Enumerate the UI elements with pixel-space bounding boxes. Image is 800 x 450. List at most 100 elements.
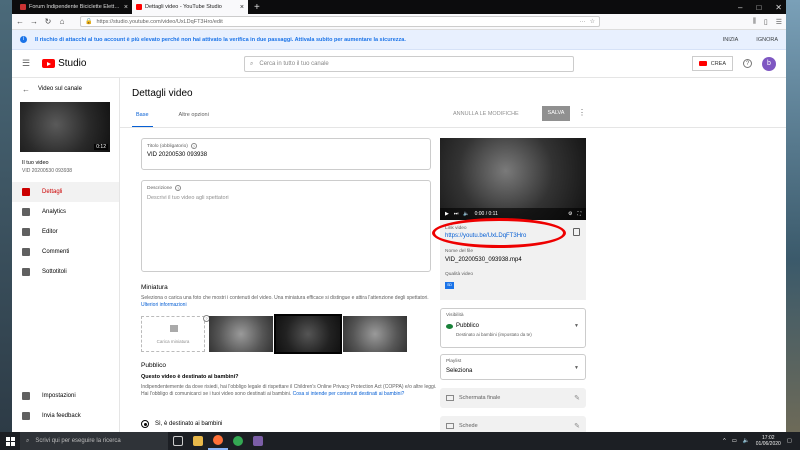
edit-pencil-icon[interactable]: ✎ <box>574 394 580 402</box>
channel-search-input[interactable]: ⌕ Cerca in tutto il tuo canale <box>244 56 574 72</box>
video-thumbnail[interactable]: 0:12 <box>20 102 110 152</box>
sidebar-item-sottotitoli[interactable]: Sottotitoli <box>12 262 119 282</box>
radio-label: Sì, è destinato ai bambini <box>155 421 223 427</box>
tab-base[interactable]: Base <box>132 112 153 128</box>
lock-icon: 🔒 <box>85 19 93 25</box>
hamburger-menu-icon[interactable]: ☰ <box>22 58 30 69</box>
new-tab-button[interactable]: + <box>248 0 266 14</box>
description-field[interactable]: Descrizione ? Descrivi il tuo video agli… <box>141 180 431 272</box>
image-upload-icon <box>170 325 178 332</box>
made-for-kids-radio[interactable]: Sì, è destinato ai bambini <box>141 420 222 428</box>
thumbnail-option-selected[interactable] <box>274 314 342 354</box>
back-to-videos-link[interactable]: ← Video sul canale <box>12 78 119 100</box>
visibility-select[interactable]: Visibilità Pubblico Destinato ai bambini… <box>440 308 586 348</box>
close-window-icon[interactable]: ✕ <box>775 3 782 12</box>
page-title: Dettagli video <box>132 88 193 99</box>
home-icon[interactable]: ⌂ <box>58 17 66 26</box>
learn-more-link[interactable]: Ulteriori informazioni <box>141 302 187 308</box>
avatar[interactable]: b <box>762 56 776 71</box>
forum-favicon-icon <box>20 4 26 10</box>
help-icon[interactable]: ? <box>743 59 752 68</box>
sidebar-icon[interactable]: ▯ <box>764 18 768 26</box>
title-input[interactable]: VID 20200530 093938 <box>147 152 207 158</box>
close-tab-icon[interactable]: × <box>124 4 128 11</box>
ignore-button[interactable]: IGNORA <box>756 37 778 43</box>
playlist-select[interactable]: Playlist Seleziona ▼ <box>440 354 586 380</box>
kids-content-link[interactable]: Cosa si intende per contenuti destinati … <box>293 391 405 397</box>
sidebar-item-editor[interactable]: Editor <box>12 222 119 242</box>
browser-tab-studio[interactable]: Dettagli video - YouTube Studio × <box>132 0 248 14</box>
chevron-up-icon[interactable]: ^ <box>723 438 726 444</box>
back-label: Video sul canale <box>38 86 82 92</box>
volume-icon[interactable]: 🔈 <box>463 211 469 217</box>
upload-thumbnail-button[interactable]: Carica miniatura ? <box>141 315 210 352</box>
network-icon[interactable]: ▭ <box>732 438 737 444</box>
url-text: https://studio.youtube.com/video/UxLDqFT… <box>96 18 223 25</box>
undo-changes-button[interactable]: ANNULLA LE MODIFICHE <box>453 111 519 117</box>
thumbnail-option[interactable] <box>209 316 273 352</box>
video-player[interactable]: ▶ ⏭ 🔈 0:00 / 0:11 ⚙ ⛶ <box>440 138 586 220</box>
forward-icon[interactable]: → <box>30 17 38 26</box>
clock-date: 01/06/2020 <box>755 441 781 447</box>
task-view-icon[interactable] <box>168 432 188 450</box>
description-input[interactable]: Descrivi il tuo video agli spettatori <box>147 195 229 201</box>
edit-pencil-icon[interactable]: ✎ <box>574 422 580 430</box>
firefox-icon[interactable] <box>208 432 228 450</box>
sidebar-item-analytics[interactable]: Analytics <box>12 202 119 222</box>
file-explorer-icon[interactable] <box>188 432 208 450</box>
fullscreen-icon[interactable]: ⛶ <box>577 211 581 217</box>
back-icon[interactable]: ← <box>16 17 24 26</box>
eye-icon <box>446 324 453 329</box>
studio-logo-text: Studio <box>58 58 87 69</box>
gear-icon <box>22 392 30 400</box>
app-icon[interactable] <box>248 432 268 450</box>
more-icon[interactable]: ··· <box>580 19 586 25</box>
bookmark-star-icon[interactable]: ☆ <box>590 18 595 25</box>
windows-logo-icon <box>5 436 15 446</box>
notifications-icon[interactable]: ▢ <box>787 438 792 444</box>
search-icon: ⌕ <box>26 437 30 444</box>
help-icon[interactable]: ? <box>190 143 197 149</box>
sidebar: ← Video sul canale 0:12 Il tuo video VID… <box>12 78 120 432</box>
menu-icon[interactable]: ☰ <box>776 18 782 26</box>
settings-gear-icon[interactable]: ⚙ <box>568 211 572 217</box>
chrome-icon[interactable] <box>228 432 248 450</box>
sidebar-item-dettagli[interactable]: Dettagli <box>12 182 119 202</box>
minimize-icon[interactable]: – <box>738 3 742 12</box>
start-button[interactable]: INIZIA <box>723 37 739 43</box>
help-icon[interactable]: ? <box>175 185 182 191</box>
browser-tab-forum[interactable]: Forum Indipendente Biciclette Elettriche… <box>16 0 132 14</box>
desktop-left-edge <box>0 0 12 432</box>
clock[interactable]: 17:02 01/06/2020 <box>756 435 781 447</box>
start-button[interactable] <box>0 432 20 450</box>
sidebar-item-feedback[interactable]: Invia feedback <box>12 406 120 426</box>
details-tabs: Base Altre opzioni <box>132 112 213 128</box>
create-button[interactable]: CREA <box>691 56 733 71</box>
tab-altre-opzioni[interactable]: Altre opzioni <box>175 112 213 128</box>
sidebar-item-commenti[interactable]: Commenti <box>12 242 119 262</box>
close-tab-icon[interactable]: × <box>240 4 244 11</box>
tab-title: Forum Indipendente Biciclette Elettriche <box>29 4 121 10</box>
save-button[interactable]: SALVA <box>542 106 570 121</box>
speaker-icon[interactable]: 🔈 <box>743 438 750 444</box>
library-icon[interactable]: ⫼ <box>753 18 756 26</box>
maximize-icon[interactable]: □ <box>756 3 761 12</box>
reload-icon[interactable]: ↻ <box>44 17 52 26</box>
description-field-label: Descrizione ? <box>147 185 182 191</box>
youtube-studio-logo[interactable]: Studio <box>42 58 86 69</box>
more-options-icon[interactable]: ⋮ <box>578 108 586 117</box>
sidebar-item-impostazioni[interactable]: Impostazioni <box>12 386 120 406</box>
title-field[interactable]: Titolo (obbligatorio) ? VID 20200530 093… <box>141 138 431 170</box>
next-icon[interactable]: ⏭ <box>454 211 459 217</box>
copy-icon[interactable] <box>573 228 580 236</box>
dropdown-caret-icon: ▼ <box>574 323 579 329</box>
visibility-label: Visibilità <box>446 313 464 318</box>
taskbar-search-input[interactable]: ⌕ Scrivi qui per eseguire la ricerca <box>20 432 168 450</box>
end-screen-button[interactable]: Schermata finale ✎ <box>440 388 586 408</box>
title-field-label: Titolo (obbligatorio) ? <box>147 143 197 149</box>
address-bar[interactable]: 🔒 https://studio.youtube.com/video/UxLDq… <box>80 16 600 27</box>
youtube-play-icon <box>42 59 56 68</box>
cards-button[interactable]: Schede ✎ <box>440 416 586 432</box>
play-icon[interactable]: ▶ <box>445 211 449 217</box>
thumbnail-option[interactable] <box>343 316 407 352</box>
